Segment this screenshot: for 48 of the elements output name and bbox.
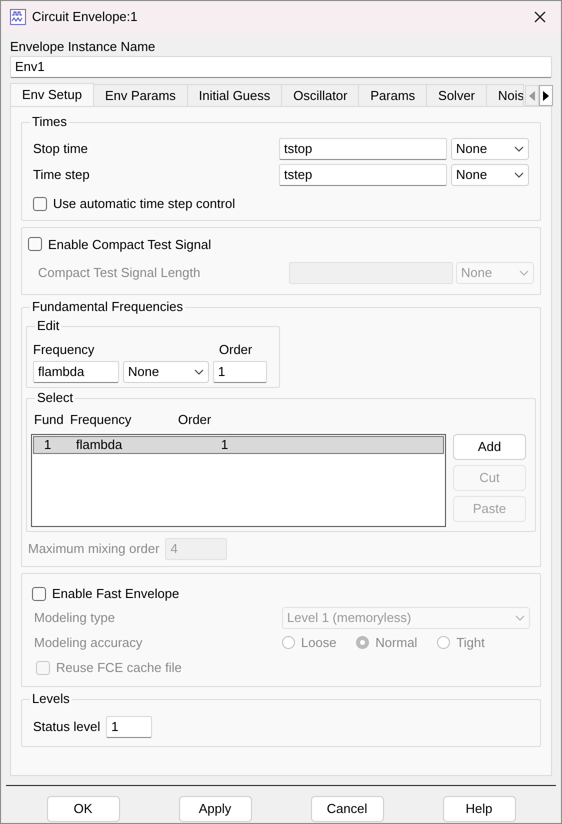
button[interactable]: Apply: [178, 796, 252, 822]
field-label: Modeling type: [34, 608, 116, 627]
waveform-app-icon: [10, 9, 26, 25]
name-field[interactable]: Env1: [10, 56, 552, 78]
checkbox-label: Enable Fast Envelope: [52, 585, 180, 603]
field-label: Stop time: [33, 140, 89, 158]
field-label: Compact Test Signal Length: [38, 264, 202, 282]
close-icon[interactable]: [534, 11, 546, 23]
chevron-down-icon: [514, 146, 524, 152]
column-label: Order: [219, 341, 252, 359]
text-field[interactable]: tstop: [279, 138, 447, 160]
text-field[interactable]: tstep: [279, 164, 447, 186]
radio-label: Normal: [375, 634, 418, 652]
column-header: Order: [178, 411, 212, 430]
chevron-down-icon: [514, 172, 524, 178]
tab[interactable]: Env Setup: [10, 83, 94, 107]
checkbox-label: Reuse FCE cache file: [56, 658, 182, 677]
dropdown[interactable]: None: [123, 361, 209, 383]
button[interactable]: OK: [46, 796, 120, 822]
checkbox[interactable]: [33, 196, 47, 211]
right-triangle-icon: [542, 90, 549, 100]
text-field[interactable]: 1: [213, 361, 267, 383]
button[interactable]: Add: [453, 434, 526, 460]
text-field[interactable]: flambda: [33, 361, 119, 383]
button[interactable]: Help: [442, 796, 516, 822]
field-label: Modeling accuracy: [34, 634, 144, 652]
left-triangle-icon: [528, 90, 535, 100]
chevron-down-icon: [519, 270, 529, 276]
dropdown[interactable]: None: [451, 164, 529, 186]
radio-label: Loose: [301, 634, 336, 652]
chevron-down-icon: [515, 614, 525, 620]
checkbox-label: Use automatic time step control: [53, 195, 236, 213]
checkbox-label: Enable Compact Test Signal: [48, 236, 212, 254]
radio-label: Tight: [456, 634, 485, 652]
column-label: Frequency: [33, 341, 96, 359]
field-label: Maximum mixing order: [28, 540, 160, 558]
window-title: Circuit Envelope:1: [32, 8, 138, 26]
scroll-right-button[interactable]: [538, 85, 553, 106]
field-label: Time step: [33, 166, 91, 184]
chevron-down-icon: [194, 369, 204, 375]
field-label: Envelope Instance Name: [10, 38, 156, 56]
button[interactable]: Cancel: [310, 796, 384, 822]
dropdown[interactable]: None: [451, 138, 529, 160]
column-header: Frequency: [70, 411, 132, 430]
text-field[interactable]: 1: [106, 716, 152, 738]
column-header: Fund: [34, 411, 65, 430]
field-label: Status level: [33, 718, 100, 736]
list-row[interactable]: 1 flambda 1: [33, 436, 444, 454]
